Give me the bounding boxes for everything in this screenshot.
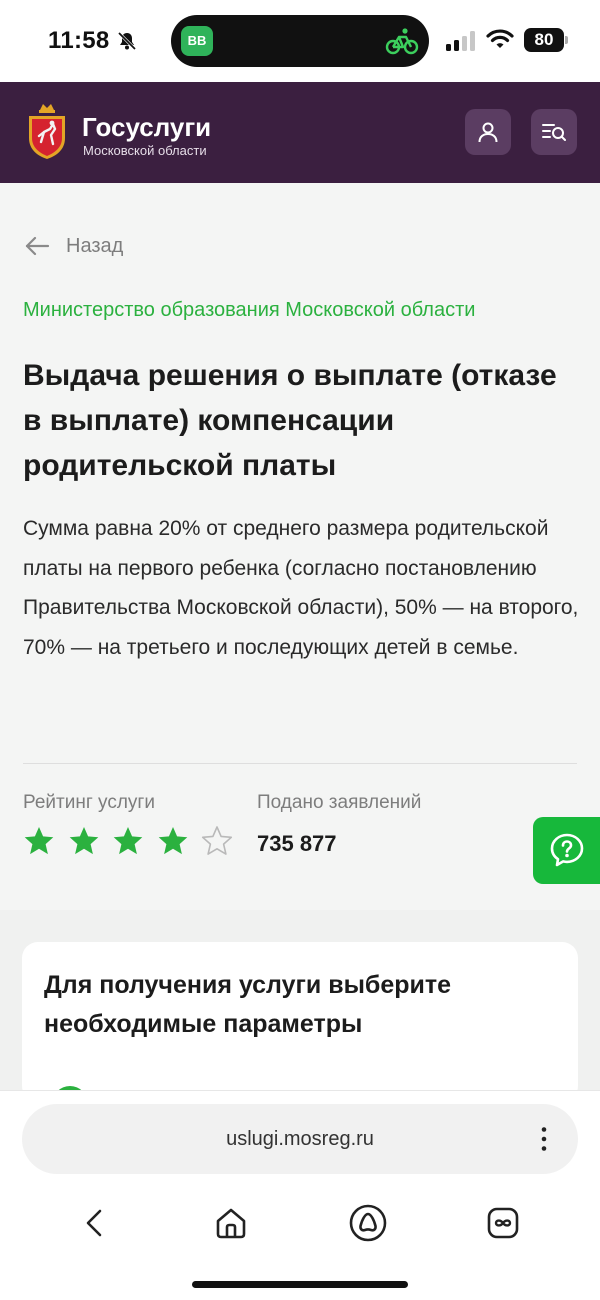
battery-indicator: 80 — [524, 28, 568, 52]
island-app-badge: BB — [181, 26, 213, 56]
ministry-link[interactable]: Министерство образования Московской обла… — [23, 299, 475, 322]
search-menu-button[interactable] — [531, 109, 577, 155]
browser-tabs-button[interactable] — [483, 1203, 523, 1243]
back-link[interactable]: Назад — [24, 231, 123, 261]
star-empty-icon — [201, 825, 233, 857]
voice-assistant-button[interactable] — [348, 1203, 388, 1243]
wifi-icon — [486, 29, 514, 48]
status-bar: 11:58 BB 80 — [0, 0, 600, 82]
bell-off-icon — [117, 31, 137, 51]
applications-count: 735 877 — [257, 831, 337, 856]
brand-title: Госуслуги — [82, 112, 212, 142]
browser-home-button[interactable] — [211, 1203, 251, 1243]
arrow-left-icon — [25, 236, 50, 256]
card-title: Для получения услуги выберите необходимы… — [44, 971, 452, 1038]
chat-question-icon — [550, 833, 584, 867]
chevron-left-icon — [86, 1209, 102, 1237]
star-filled-icon — [157, 825, 189, 857]
parameters-card: Для получения услуги выберите необходимы… — [22, 942, 578, 1122]
tabs-icon — [487, 1207, 519, 1239]
back-label: Назад — [66, 234, 124, 257]
rating-stars — [23, 825, 246, 857]
service-info-section: Назад Министерство образования Московско… — [0, 183, 600, 910]
more-vertical-icon[interactable] — [532, 1126, 556, 1152]
browser-back-button[interactable] — [74, 1203, 114, 1243]
dynamic-island: BB — [171, 15, 429, 67]
bicycle-icon — [385, 28, 419, 55]
app-header: Госуслуги Московской области — [0, 82, 600, 183]
profile-button[interactable] — [465, 109, 511, 155]
home-indicator — [192, 1281, 408, 1288]
divider — [23, 763, 577, 764]
url-text: uslugi.mosreg.ru — [226, 1128, 374, 1150]
status-time: 11:58 — [48, 27, 110, 54]
star-filled-icon — [112, 825, 144, 857]
brand-subtitle: Московской области — [83, 143, 207, 158]
moscow-region-emblem-icon[interactable] — [26, 102, 68, 160]
help-chat-button[interactable] — [533, 817, 600, 884]
browser-toolbar: uslugi.mosreg.ru — [0, 1090, 600, 1300]
assistant-icon — [349, 1204, 387, 1242]
star-filled-icon — [23, 825, 55, 857]
battery-tip — [565, 36, 568, 44]
battery-level: 80 — [524, 28, 564, 52]
rating-label: Рейтинг услуги — [23, 792, 155, 813]
parameters-section: Для получения услуги выберите необходимы… — [0, 910, 600, 1122]
star-filled-icon — [68, 825, 100, 857]
user-icon — [478, 122, 498, 143]
address-bar[interactable]: uslugi.mosreg.ru — [22, 1104, 578, 1174]
home-icon — [216, 1208, 246, 1239]
service-description: Сумма равна 20% от среднего размера роди… — [23, 517, 579, 659]
cellular-signal-icon — [446, 31, 475, 51]
page-title: Выдача решения о выплате (отказе в выпла… — [23, 359, 557, 482]
applications-label: Подано заявлений — [257, 792, 422, 813]
search-list-icon — [542, 124, 566, 141]
